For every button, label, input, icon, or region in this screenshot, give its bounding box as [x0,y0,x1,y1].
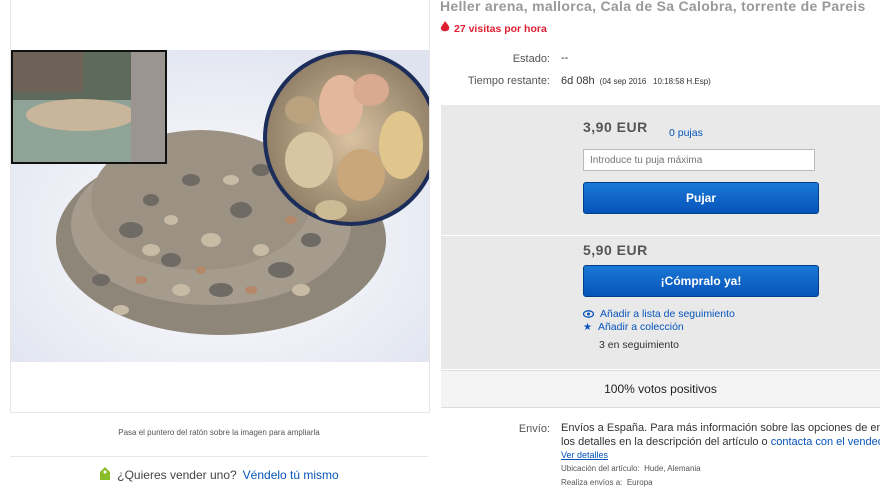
following-count: 3 en seguimiento [599,339,679,351]
bid-button[interactable]: Pujar [583,182,819,214]
shipping-label: Envío: [518,423,550,435]
add-to-watchlist-link[interactable]: Añadir a lista de seguimiento [600,308,735,320]
buy-now-button[interactable]: ¡Cómpralo ya! [583,265,819,297]
star-icon: ★ [583,321,592,333]
shipping-line1: Envíos a España. Para más información so… [561,422,880,434]
sell-one-row: ¿Quieres vender uno? Véndelo tú mismo [10,456,428,493]
item-location: Ubicación del artículo: Hude, Alemania [561,464,701,473]
tiempo-value: 6d 08h [561,75,595,87]
visits-text: 27 visitas por hora [454,22,547,35]
collection-row[interactable]: ★ Añadir a colección [583,321,684,333]
flame-icon [440,21,450,36]
shipping-line2-text: los detalles en la descripción del artíc… [561,436,768,448]
bid-price: 3,90 EUR [583,119,648,135]
tiempo-detail: (04 sep 2016 10:18:58 H.Esp) [599,77,711,86]
estado-value: -- [561,52,569,64]
buy-price: 5,90 EUR [583,242,648,258]
tag-icon [99,466,111,484]
sell-question: ¿Quieres vender uno? [117,468,237,482]
add-to-collection-link[interactable]: Añadir a colección [598,321,684,333]
sand-pebbles-image [11,50,429,362]
bid-input[interactable] [583,149,815,171]
contact-seller-link[interactable]: contacta con el vendedor [771,436,880,448]
see-details-link[interactable]: Ver detalles [561,450,608,460]
positive-feedback: 100% votos positivos [441,370,880,408]
bid-section: 3,90 EUR 0 pujas Pujar [441,105,880,235]
shipping-line2: los detalles en la descripción del artíc… [561,436,880,448]
tiempo-value-row: 6d 08h (04 sep 2016 10:18:58 H.Esp) [561,75,711,87]
bids-count-link[interactable]: 0 pujas [669,127,703,139]
tiempo-label: Tiempo restante: [467,75,550,87]
ships-to: Realiza envíos a: Europa [561,478,653,487]
product-photo[interactable] [11,50,429,362]
visits-badge: 27 visitas por hora [440,21,547,36]
buy-now-section: 5,90 EUR ¡Cómpralo ya! Añadir a lista de… [441,236,880,369]
sell-it-link[interactable]: Véndelo tú mismo [243,468,339,482]
image-caption: Pasa el puntero del ratón sobre la image… [118,428,320,437]
estado-label: Estado: [512,53,550,65]
listing-title: Heller arena, mallorca, Cala de Sa Calob… [440,0,866,14]
